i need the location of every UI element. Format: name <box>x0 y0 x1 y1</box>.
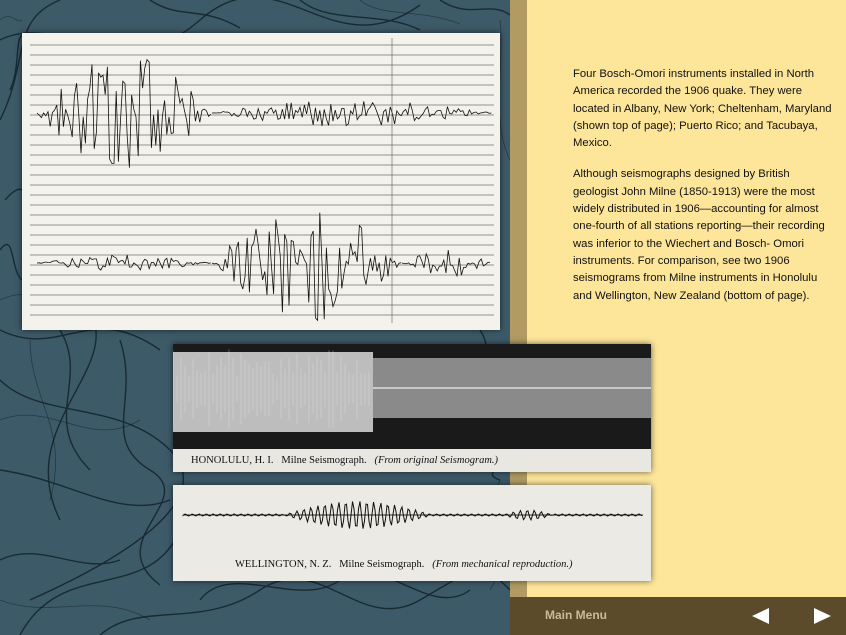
paragraph-bosch-omori: Four Bosch-Omori instruments installed i… <box>573 66 835 152</box>
honolulu-caption: HONOLULU, H. I. Milne Seismograph. (From… <box>191 455 498 466</box>
previous-arrow-icon[interactable] <box>749 605 771 627</box>
wellington-instrument: Milne Seismograph. <box>339 559 424 570</box>
wellington-place: WELLINGTON, N. Z. <box>235 559 331 570</box>
main-menu-button[interactable]: Main Menu <box>545 608 607 622</box>
navigation-bar: Main Menu <box>510 597 846 635</box>
wellington-caption: WELLINGTON, N. Z. Milne Seismograph. (Fr… <box>235 559 573 570</box>
honolulu-note: (From original Seismogram.) <box>374 455 498 466</box>
honolulu-place: HONOLULU, H. I. <box>191 455 274 466</box>
bosch-omori-seismogram-image <box>22 33 500 330</box>
honolulu-instrument: Milne Seismograph. <box>281 455 366 466</box>
paragraph-milne: Although seismographs designed by Britis… <box>573 166 835 304</box>
wellington-seismogram-image: WELLINGTON, N. Z. Milne Seismograph. (Fr… <box>173 485 651 581</box>
honolulu-seismogram-image: HONOLULU, H. I. Milne Seismograph. (From… <box>173 344 651 472</box>
wellington-note: (From mechanical reproduction.) <box>432 559 572 570</box>
description-text: Four Bosch-Omori instruments installed i… <box>573 66 835 319</box>
next-arrow-icon[interactable] <box>812 605 834 627</box>
